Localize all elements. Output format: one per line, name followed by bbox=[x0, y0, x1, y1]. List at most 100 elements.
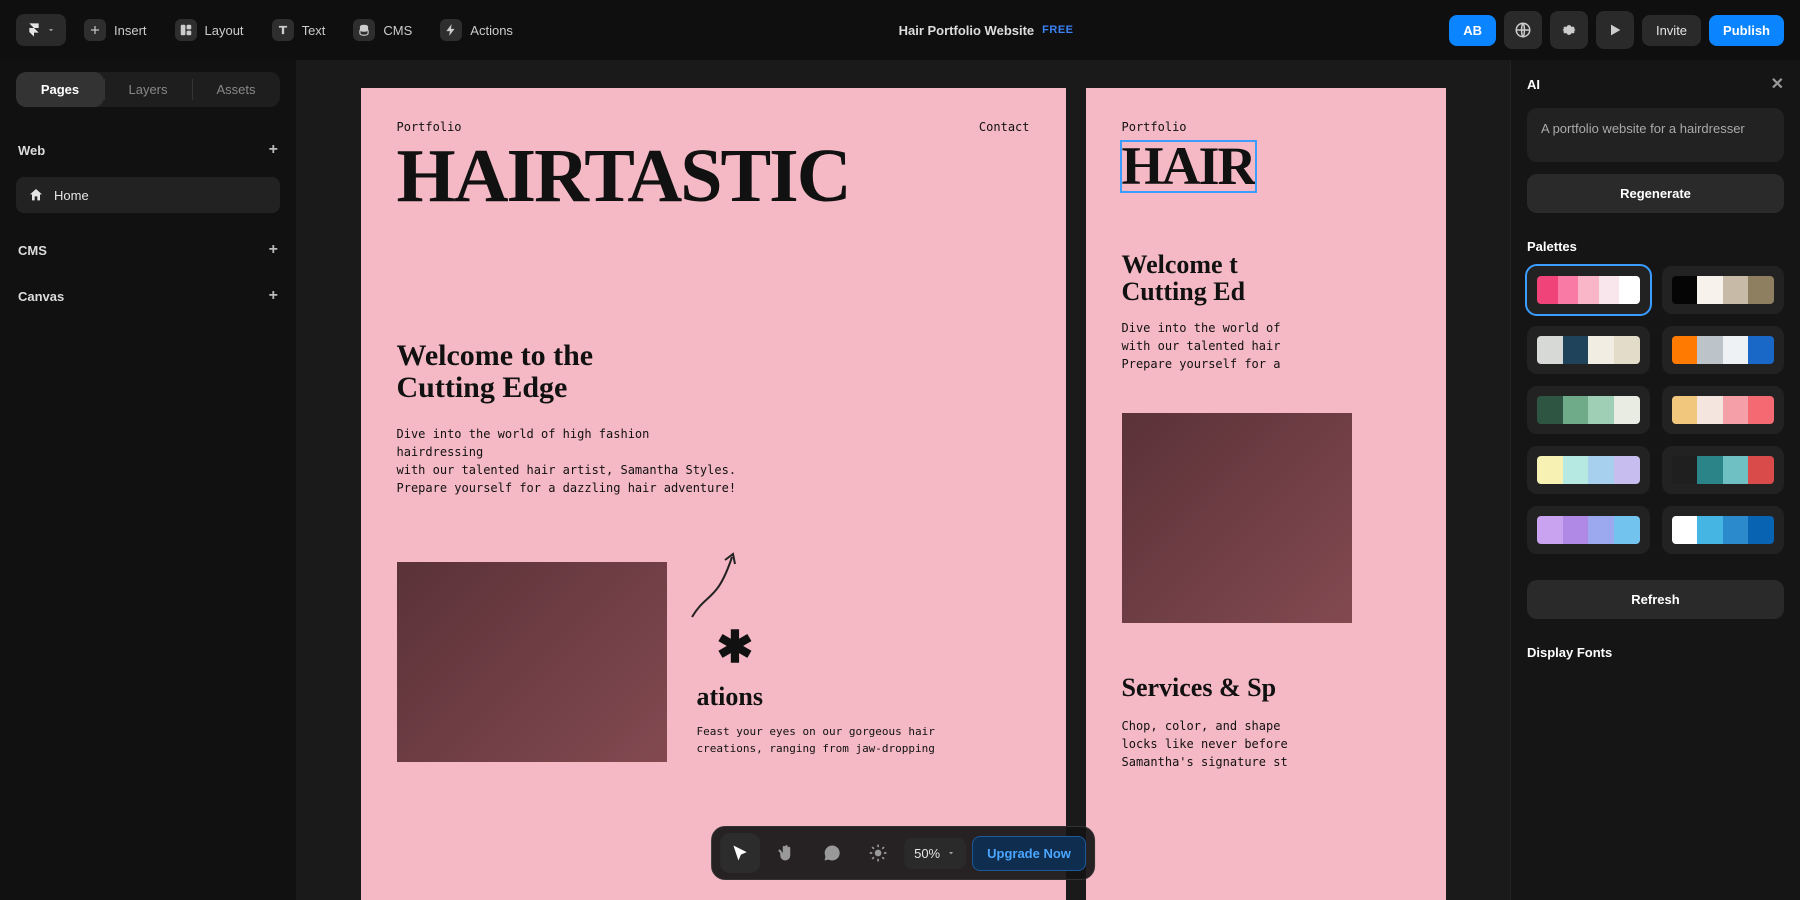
swatch bbox=[1588, 336, 1614, 364]
design-frame-tablet[interactable]: Portfolio HAIR Welcome t Cutting Ed Dive… bbox=[1086, 88, 1446, 900]
tab-pages[interactable]: Pages bbox=[16, 72, 104, 107]
palette-option-1[interactable] bbox=[1662, 266, 1785, 314]
intro-text[interactable]: Dive into the world of high fashion hair… bbox=[397, 425, 737, 497]
palette-option-9[interactable] bbox=[1662, 506, 1785, 554]
swatch bbox=[1723, 396, 1749, 424]
nav-portfolio[interactable]: Portfolio bbox=[397, 120, 462, 134]
palette-option-6[interactable] bbox=[1527, 446, 1650, 494]
zoom-control[interactable]: 50% bbox=[904, 838, 966, 869]
palette-option-5[interactable] bbox=[1662, 386, 1785, 434]
palettes-label: Palettes bbox=[1511, 229, 1800, 266]
invite-button[interactable]: Invite bbox=[1642, 15, 1701, 46]
nav-contact[interactable]: Contact bbox=[979, 120, 1030, 134]
add-cms-button[interactable]: + bbox=[269, 241, 278, 259]
canvas-toolbar: 50% Upgrade Now bbox=[711, 826, 1095, 880]
tab-layers[interactable]: Layers bbox=[104, 72, 192, 107]
add-canvas-button[interactable]: + bbox=[269, 287, 278, 305]
cms-label: CMS bbox=[383, 23, 412, 38]
hero-image[interactable] bbox=[397, 562, 667, 762]
canvas[interactable]: Portfolio Contact HAIRTASTIC Welcome to … bbox=[296, 60, 1510, 900]
close-panel-button[interactable]: ✕ bbox=[1771, 74, 1784, 94]
page-home-label: Home bbox=[54, 188, 89, 203]
ai-panel: AI ✕ A portfolio website for a hairdress… bbox=[1510, 60, 1800, 900]
swatch bbox=[1588, 396, 1614, 424]
palette-option-7[interactable] bbox=[1662, 446, 1785, 494]
swatch bbox=[1537, 516, 1563, 544]
actions-tool[interactable]: Actions bbox=[430, 11, 523, 49]
swatch bbox=[1563, 516, 1589, 544]
canvas-section-label: Canvas bbox=[18, 289, 64, 304]
swatch bbox=[1537, 456, 1563, 484]
cms-tool[interactable]: CMS bbox=[343, 11, 422, 49]
design-frame-desktop[interactable]: Portfolio Contact HAIRTASTIC Welcome to … bbox=[361, 88, 1066, 900]
ab-button[interactable]: AB bbox=[1449, 15, 1496, 46]
globe-button[interactable] bbox=[1504, 11, 1542, 49]
app-menu-button[interactable] bbox=[16, 14, 66, 46]
intro-text-2[interactable]: Dive into the world of with our talented… bbox=[1122, 319, 1382, 373]
swatch bbox=[1697, 396, 1723, 424]
palette-option-8[interactable] bbox=[1527, 506, 1650, 554]
sun-icon bbox=[868, 843, 888, 863]
swatch bbox=[1614, 516, 1640, 544]
left-tabs: Pages Layers Assets bbox=[16, 72, 280, 107]
welcome-heading[interactable]: Welcome to the Cutting Edge bbox=[397, 340, 1030, 403]
web-label: Web bbox=[18, 143, 45, 158]
creations-heading[interactable]: ations bbox=[697, 682, 935, 712]
swatch bbox=[1537, 276, 1558, 304]
tab-assets[interactable]: Assets bbox=[192, 72, 280, 107]
cms-section: CMS + bbox=[16, 227, 280, 273]
cms-section-label: CMS bbox=[18, 243, 47, 258]
play-button[interactable] bbox=[1596, 11, 1634, 49]
services-text[interactable]: Chop, color, and shape locks like never … bbox=[1122, 717, 1382, 771]
services-heading[interactable]: Services & Sp bbox=[1122, 673, 1410, 703]
topbar: Insert Layout Text CMS Actions Hair Port… bbox=[0, 0, 1800, 60]
hero-title[interactable]: HAIRTASTIC bbox=[397, 142, 1030, 210]
page-home[interactable]: Home bbox=[16, 177, 280, 213]
swatch bbox=[1697, 516, 1723, 544]
ai-panel-title: AI bbox=[1527, 77, 1540, 92]
palette-option-0[interactable] bbox=[1527, 266, 1650, 314]
chevron-down-icon bbox=[46, 25, 56, 35]
globe-icon bbox=[1514, 21, 1532, 39]
theme-tool[interactable] bbox=[858, 833, 898, 873]
arrow-doodle-icon bbox=[687, 542, 747, 622]
layout-tool[interactable]: Layout bbox=[165, 11, 254, 49]
display-fonts-label: Display Fonts bbox=[1511, 635, 1800, 672]
text-icon bbox=[272, 19, 294, 41]
swatch bbox=[1537, 336, 1563, 364]
site-nav: Portfolio Contact bbox=[397, 120, 1030, 134]
publish-button[interactable]: Publish bbox=[1709, 15, 1784, 46]
swatch bbox=[1563, 336, 1589, 364]
settings-button[interactable] bbox=[1550, 11, 1588, 49]
upgrade-button[interactable]: Upgrade Now bbox=[972, 836, 1086, 871]
welcome-heading-2[interactable]: Welcome t Cutting Ed bbox=[1122, 251, 1410, 306]
regenerate-button[interactable]: Regenerate bbox=[1527, 174, 1784, 213]
add-page-button[interactable]: + bbox=[269, 141, 278, 159]
swatch bbox=[1697, 336, 1723, 364]
refresh-palettes-button[interactable]: Refresh bbox=[1527, 580, 1784, 619]
palette-grid bbox=[1511, 266, 1800, 554]
ai-prompt-input[interactable]: A portfolio website for a hairdresser bbox=[1527, 108, 1784, 162]
creations-text[interactable]: Feast your eyes on our gorgeous hair cre… bbox=[697, 724, 935, 757]
swatch bbox=[1697, 456, 1723, 484]
swatch bbox=[1672, 456, 1698, 484]
cursor-tool[interactable] bbox=[720, 833, 760, 873]
palette-option-4[interactable] bbox=[1527, 386, 1650, 434]
swatch bbox=[1599, 276, 1620, 304]
hero-image-2[interactable] bbox=[1122, 413, 1352, 623]
hero-title-selected[interactable]: HAIR bbox=[1122, 142, 1255, 191]
nav-portfolio-2[interactable]: Portfolio bbox=[1122, 120, 1187, 134]
document-title: Hair Portfolio Website bbox=[899, 23, 1035, 38]
insert-tool[interactable]: Insert bbox=[74, 11, 157, 49]
comment-tool[interactable] bbox=[812, 833, 852, 873]
cms-icon bbox=[353, 19, 375, 41]
swatch bbox=[1563, 456, 1589, 484]
text-tool[interactable]: Text bbox=[262, 11, 336, 49]
hand-tool[interactable] bbox=[766, 833, 806, 873]
palette-option-2[interactable] bbox=[1527, 326, 1650, 374]
swatch bbox=[1558, 276, 1579, 304]
asterisk-icon: ✱ bbox=[717, 622, 754, 673]
canvas-section: Canvas + bbox=[16, 273, 280, 319]
comment-icon bbox=[822, 843, 842, 863]
palette-option-3[interactable] bbox=[1662, 326, 1785, 374]
